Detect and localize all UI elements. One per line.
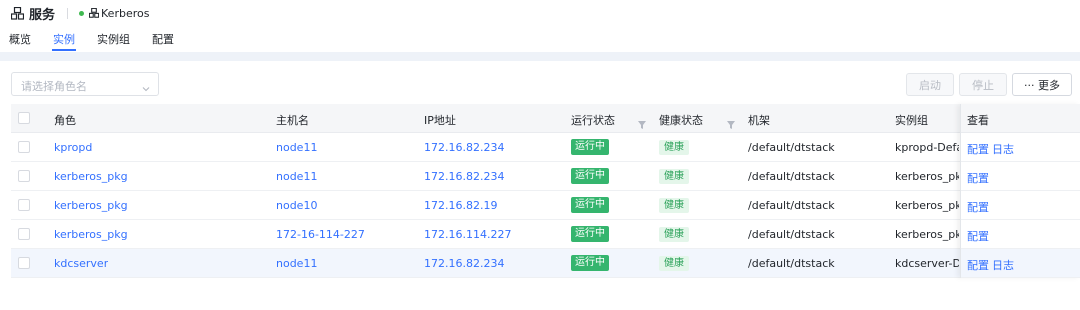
ip-link[interactable]: 172.16.82.19: [424, 199, 497, 212]
title-divider: [67, 7, 69, 19]
table-row[interactable]: kpropd node11 172.16.82.234 运行中 健康 /defa…: [11, 133, 1080, 162]
rack-cell: /default/dtstack: [748, 257, 835, 270]
section-divider-band: [0, 52, 1080, 61]
run-status-badge: 运行中: [571, 255, 609, 271]
role-link[interactable]: kerberos_pkg: [54, 228, 128, 241]
run-status-badge: 运行中: [571, 168, 609, 184]
table-row[interactable]: kerberos_pkg node11 172.16.82.234 运行中 健康…: [11, 162, 1080, 191]
rack-cell: /default/dtstack: [748, 228, 835, 241]
health-status-badge: 健康: [659, 227, 689, 242]
row-checkbox[interactable]: [18, 141, 30, 153]
instance-group-cell: kpropd-Defau: [895, 141, 959, 154]
config-link[interactable]: 配置: [967, 228, 989, 244]
health-status-badge: 健康: [659, 256, 689, 271]
log-link[interactable]: 日志: [992, 257, 1014, 273]
tab-instances[interactable]: 实例: [53, 31, 75, 47]
rack-cell: /default/dtstack: [748, 141, 835, 154]
table-row[interactable]: kerberos_pkg node10 172.16.82.19 运行中 健康 …: [11, 191, 1080, 220]
column-header-role: 角色: [54, 114, 76, 127]
instance-group-cell: kerberos_pkg: [895, 170, 959, 183]
row-actions: 配置: [961, 220, 1080, 249]
role-select-placeholder: 请选择角色名: [21, 80, 87, 93]
host-link[interactable]: node10: [276, 199, 317, 212]
row-checkbox[interactable]: [18, 199, 30, 211]
filter-icon[interactable]: [638, 114, 646, 129]
tab-instance-groups[interactable]: 实例组: [97, 31, 130, 47]
service-icon: [11, 6, 24, 20]
config-link[interactable]: 配置: [967, 170, 989, 186]
page-title: 服务: [29, 7, 56, 23]
health-status-badge: 健康: [659, 198, 689, 213]
page-header: 服务 Kerberos 概览 实例 实例组 配置: [0, 0, 1080, 52]
column-header-hostname: 主机名: [276, 114, 309, 127]
column-header-instance-group: 实例组: [895, 114, 928, 127]
rack-cell: /default/dtstack: [748, 199, 835, 212]
tab-bar: 概览 实例 实例组 配置: [0, 28, 1080, 52]
table-row[interactable]: kdcserver node11 172.16.82.234 运行中 健康 /d…: [11, 249, 1080, 278]
column-header-rack: 机架: [748, 114, 770, 127]
service-name: Kerberos: [101, 6, 150, 20]
health-status-badge: 健康: [659, 140, 689, 155]
start-button[interactable]: 启动: [906, 73, 954, 96]
column-header-run-status: 运行状态: [571, 114, 615, 127]
select-all-checkbox[interactable]: [18, 112, 30, 124]
ip-link[interactable]: 172.16.114.227: [424, 228, 511, 241]
filter-icon[interactable]: [727, 114, 735, 129]
row-actions: 配置 日志: [961, 133, 1080, 162]
row-actions: 配置: [961, 162, 1080, 191]
host-link[interactable]: node11: [276, 257, 317, 270]
role-link[interactable]: kpropd: [54, 141, 92, 154]
log-link[interactable]: 日志: [992, 141, 1014, 157]
role-link[interactable]: kdcserver: [54, 257, 108, 270]
config-link[interactable]: 配置: [967, 141, 989, 157]
ip-link[interactable]: 172.16.82.234: [424, 141, 504, 154]
role-link[interactable]: kerberos_pkg: [54, 170, 128, 183]
host-link[interactable]: 172-16-114-227: [276, 228, 365, 241]
run-status-badge: 运行中: [571, 139, 609, 155]
column-header-health-status: 健康状态: [659, 114, 703, 127]
stop-button[interactable]: 停止: [959, 73, 1007, 96]
instance-group-cell: kerberos_pkg: [895, 228, 959, 241]
role-link[interactable]: kerberos_pkg: [54, 199, 128, 212]
instances-table: 角色 主机名 IP地址 运行状态 健康状态 机架 实例组 kpropd node…: [11, 104, 1080, 278]
title-row: 服务 Kerberos: [11, 4, 150, 23]
column-header-view: 查看: [967, 114, 989, 127]
ip-link[interactable]: 172.16.82.234: [424, 170, 504, 183]
run-status-badge: 运行中: [571, 226, 609, 242]
fixed-column-header: 查看: [961, 104, 1080, 133]
column-header-ip: IP地址: [424, 114, 456, 127]
ip-link[interactable]: 172.16.82.234: [424, 257, 504, 270]
fixed-actions-column: 查看 配置 日志 配置 配置 配置 配置 日志: [960, 104, 1080, 278]
instance-group-cell: kdcserver-Def: [895, 257, 959, 270]
table-row[interactable]: kerberos_pkg 172-16-114-227 172.16.114.2…: [11, 220, 1080, 249]
role-select[interactable]: 请选择角色名: [11, 72, 159, 96]
row-checkbox[interactable]: [18, 257, 30, 269]
chevron-down-icon: [141, 79, 151, 92]
run-status-badge: 运行中: [571, 197, 609, 213]
row-actions: 配置 日志: [961, 249, 1080, 278]
instance-group-cell: kerberos_pkg: [895, 199, 959, 212]
rack-cell: /default/dtstack: [748, 170, 835, 183]
tab-config[interactable]: 配置: [152, 31, 174, 47]
host-link[interactable]: node11: [276, 141, 317, 154]
config-link[interactable]: 配置: [967, 199, 989, 215]
tab-overview[interactable]: 概览: [9, 31, 31, 47]
config-link[interactable]: 配置: [967, 257, 989, 273]
row-checkbox[interactable]: [18, 170, 30, 182]
more-button[interactable]: ··· 更多: [1012, 73, 1072, 96]
status-dot: [79, 10, 85, 16]
row-checkbox[interactable]: [18, 228, 30, 240]
health-status-badge: 健康: [659, 169, 689, 184]
host-link[interactable]: node11: [276, 170, 317, 183]
active-tab-indicator: [52, 49, 76, 51]
table-header: 角色 主机名 IP地址 运行状态 健康状态 机架 实例组: [11, 104, 1080, 133]
row-actions: 配置: [961, 191, 1080, 220]
service-small-icon: [89, 8, 100, 18]
